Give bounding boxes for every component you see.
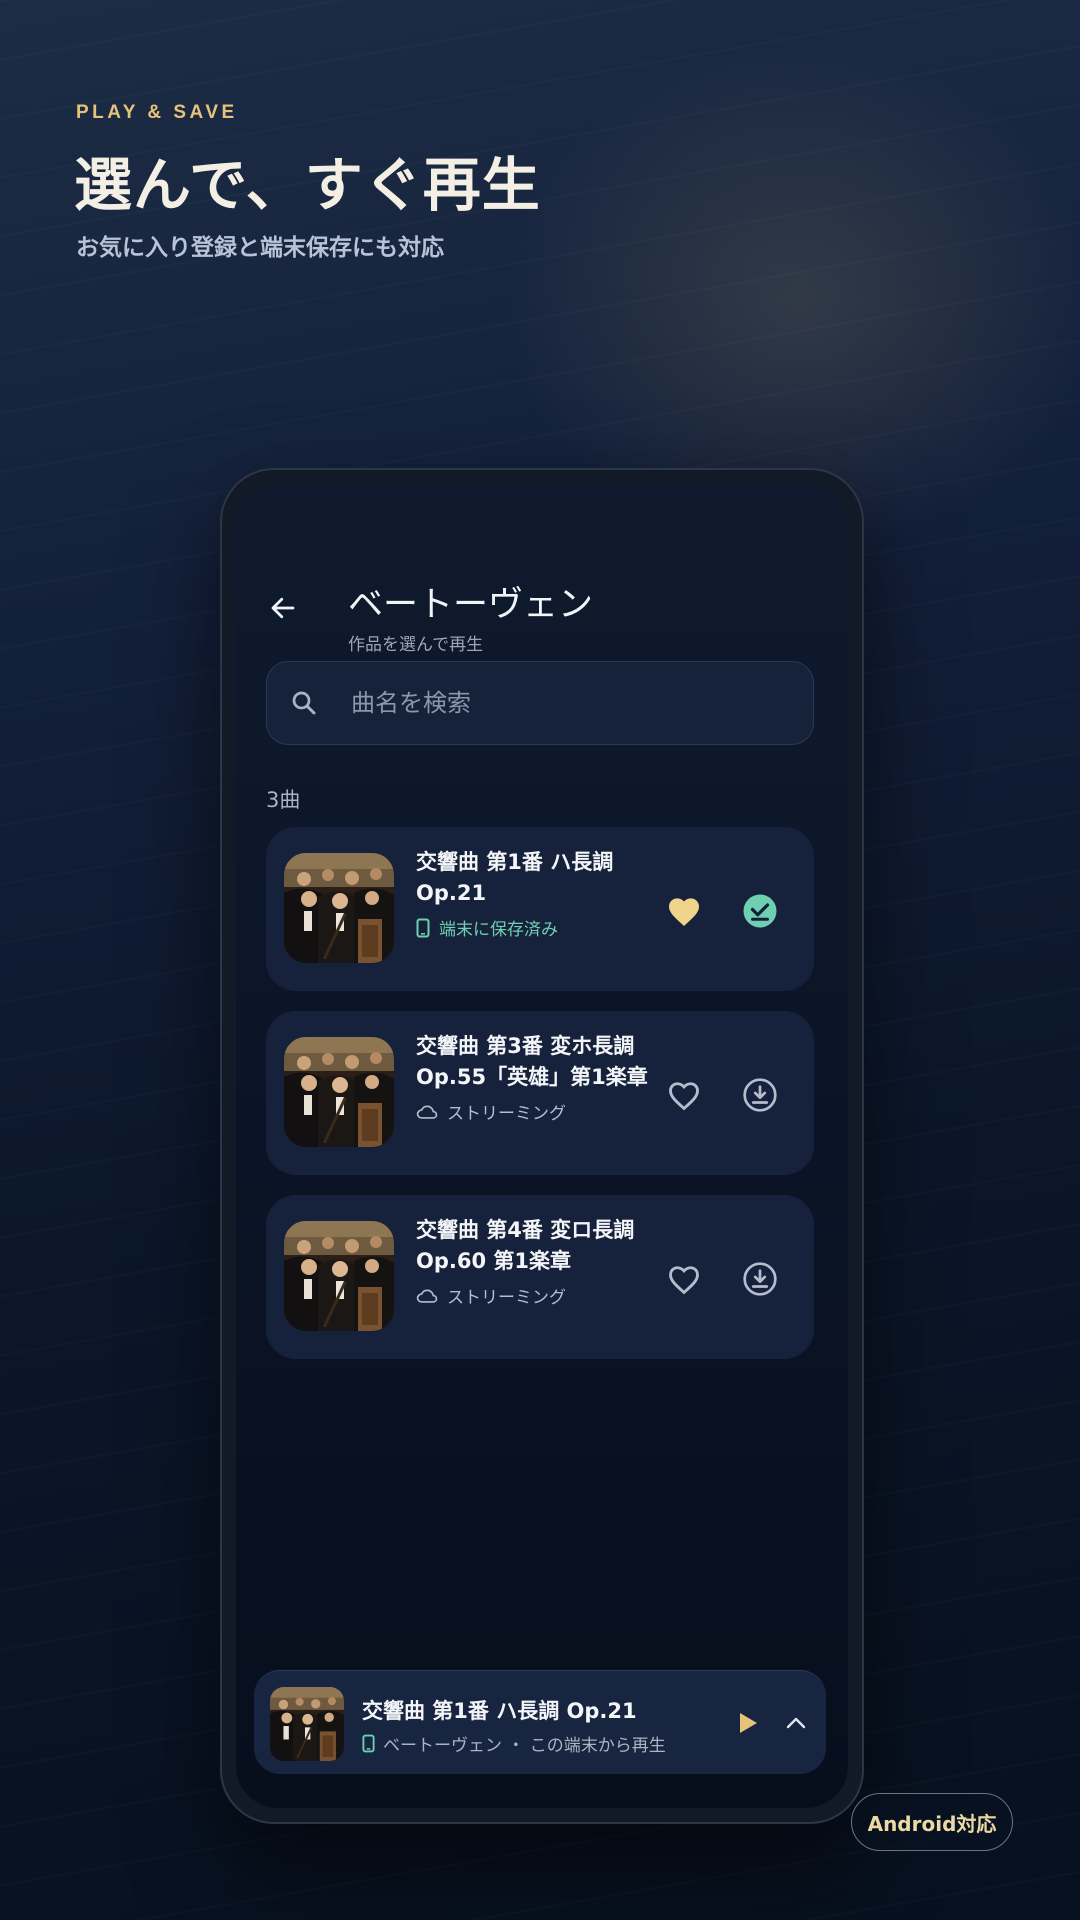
download-button[interactable] xyxy=(738,889,782,933)
heart-outline-icon xyxy=(669,1082,699,1111)
track-title-line2: Op.60 第1楽章 xyxy=(416,1249,572,1273)
download-button[interactable] xyxy=(738,1073,782,1117)
favorite-button[interactable] xyxy=(662,1257,706,1301)
track-title-line2: Op.21 xyxy=(416,881,487,905)
page-subtitle: 作品を選んで再生 xyxy=(348,635,484,655)
phone-icon xyxy=(362,1734,375,1753)
track-status: ストリーミング xyxy=(416,1283,566,1308)
track-title-line1: 交響曲 第1番 ハ長調 xyxy=(416,850,614,874)
track-card[interactable]: 交響曲 第3番 変ホ長調 Op.55「英雄」第1楽章 ストリーミング xyxy=(266,1011,814,1175)
promo-eyebrow: PLAY & SAVE xyxy=(76,102,238,123)
track-status-label: ストリーミング xyxy=(447,1104,566,1124)
page-title: ベートーヴェン xyxy=(348,585,594,625)
cloud-icon xyxy=(416,1104,438,1119)
back-button[interactable] xyxy=(262,587,304,629)
track-title-line1: 交響曲 第4番 変ロ長調 xyxy=(416,1218,635,1242)
player-subtitle-text: ベートーヴェン ・ この端末から再生 xyxy=(383,1736,666,1756)
mini-player[interactable]: 交響曲 第1番 ハ長調 Op.21 ベートーヴェン ・ この端末から再生 xyxy=(254,1670,826,1774)
platform-badge: Android対応 xyxy=(851,1793,1013,1851)
search-input[interactable] xyxy=(349,688,773,718)
track-status-label: 端末に保存済み xyxy=(439,920,558,940)
phone-icon xyxy=(416,918,430,937)
heart-filled-icon xyxy=(669,898,699,926)
track-status-label: ストリーミング xyxy=(447,1288,566,1308)
track-status: ストリーミング xyxy=(416,1099,566,1124)
track-artwork xyxy=(284,853,394,963)
track-card[interactable]: 交響曲 第4番 変ロ長調 Op.60 第1楽章 ストリーミング xyxy=(266,1195,814,1359)
heart-outline-icon xyxy=(669,1266,699,1295)
arrow-back-icon xyxy=(271,597,295,619)
favorite-button[interactable] xyxy=(662,889,706,933)
track-title: 交響曲 第4番 変ロ長調 Op.60 第1楽章 xyxy=(416,1215,648,1277)
app-screen: ベートーヴェン 作品を選んで再生 3曲 交響曲 第1番 ハ長調 Op.21 xyxy=(236,484,848,1808)
download-button[interactable] xyxy=(738,1257,782,1301)
phone-frame: ベートーヴェン 作品を選んで再生 3曲 交響曲 第1番 ハ長調 Op.21 xyxy=(220,468,864,1824)
track-status: 端末に保存済み xyxy=(416,915,558,940)
search-icon xyxy=(287,686,321,720)
track-title: 交響曲 第1番 ハ長調 Op.21 xyxy=(416,847,648,909)
track-title-line2: Op.55「英雄」第1楽章 xyxy=(416,1065,648,1089)
play-icon xyxy=(740,1713,757,1733)
track-title: 交響曲 第3番 変ホ長調 Op.55「英雄」第1楽章 xyxy=(416,1031,648,1093)
promo-subhead: お気に入り登録と端末保存にも対応 xyxy=(76,235,444,261)
track-card[interactable]: 交響曲 第1番 ハ長調 Op.21 端末に保存済み xyxy=(266,827,814,991)
search-bar[interactable] xyxy=(266,661,814,745)
track-title-line1: 交響曲 第3番 変ホ長調 xyxy=(416,1034,635,1058)
track-artwork xyxy=(284,1037,394,1147)
player-artwork xyxy=(270,1687,344,1761)
download-icon xyxy=(743,1078,777,1112)
chevron-up-icon xyxy=(786,1717,806,1729)
expand-player-button[interactable] xyxy=(776,1703,816,1743)
play-button[interactable] xyxy=(728,1703,768,1743)
favorite-button[interactable] xyxy=(662,1073,706,1117)
player-subtitle: ベートーヴェン ・ この端末から再生 xyxy=(362,1731,666,1756)
cloud-icon xyxy=(416,1288,438,1303)
player-title: 交響曲 第1番 ハ長調 Op.21 xyxy=(362,1699,637,1723)
track-artwork xyxy=(284,1221,394,1331)
promo-headline: 選んで、すぐ再生 xyxy=(74,151,541,219)
track-count: 3曲 xyxy=(266,788,301,812)
download-done-icon xyxy=(743,894,777,928)
download-icon xyxy=(743,1262,777,1296)
